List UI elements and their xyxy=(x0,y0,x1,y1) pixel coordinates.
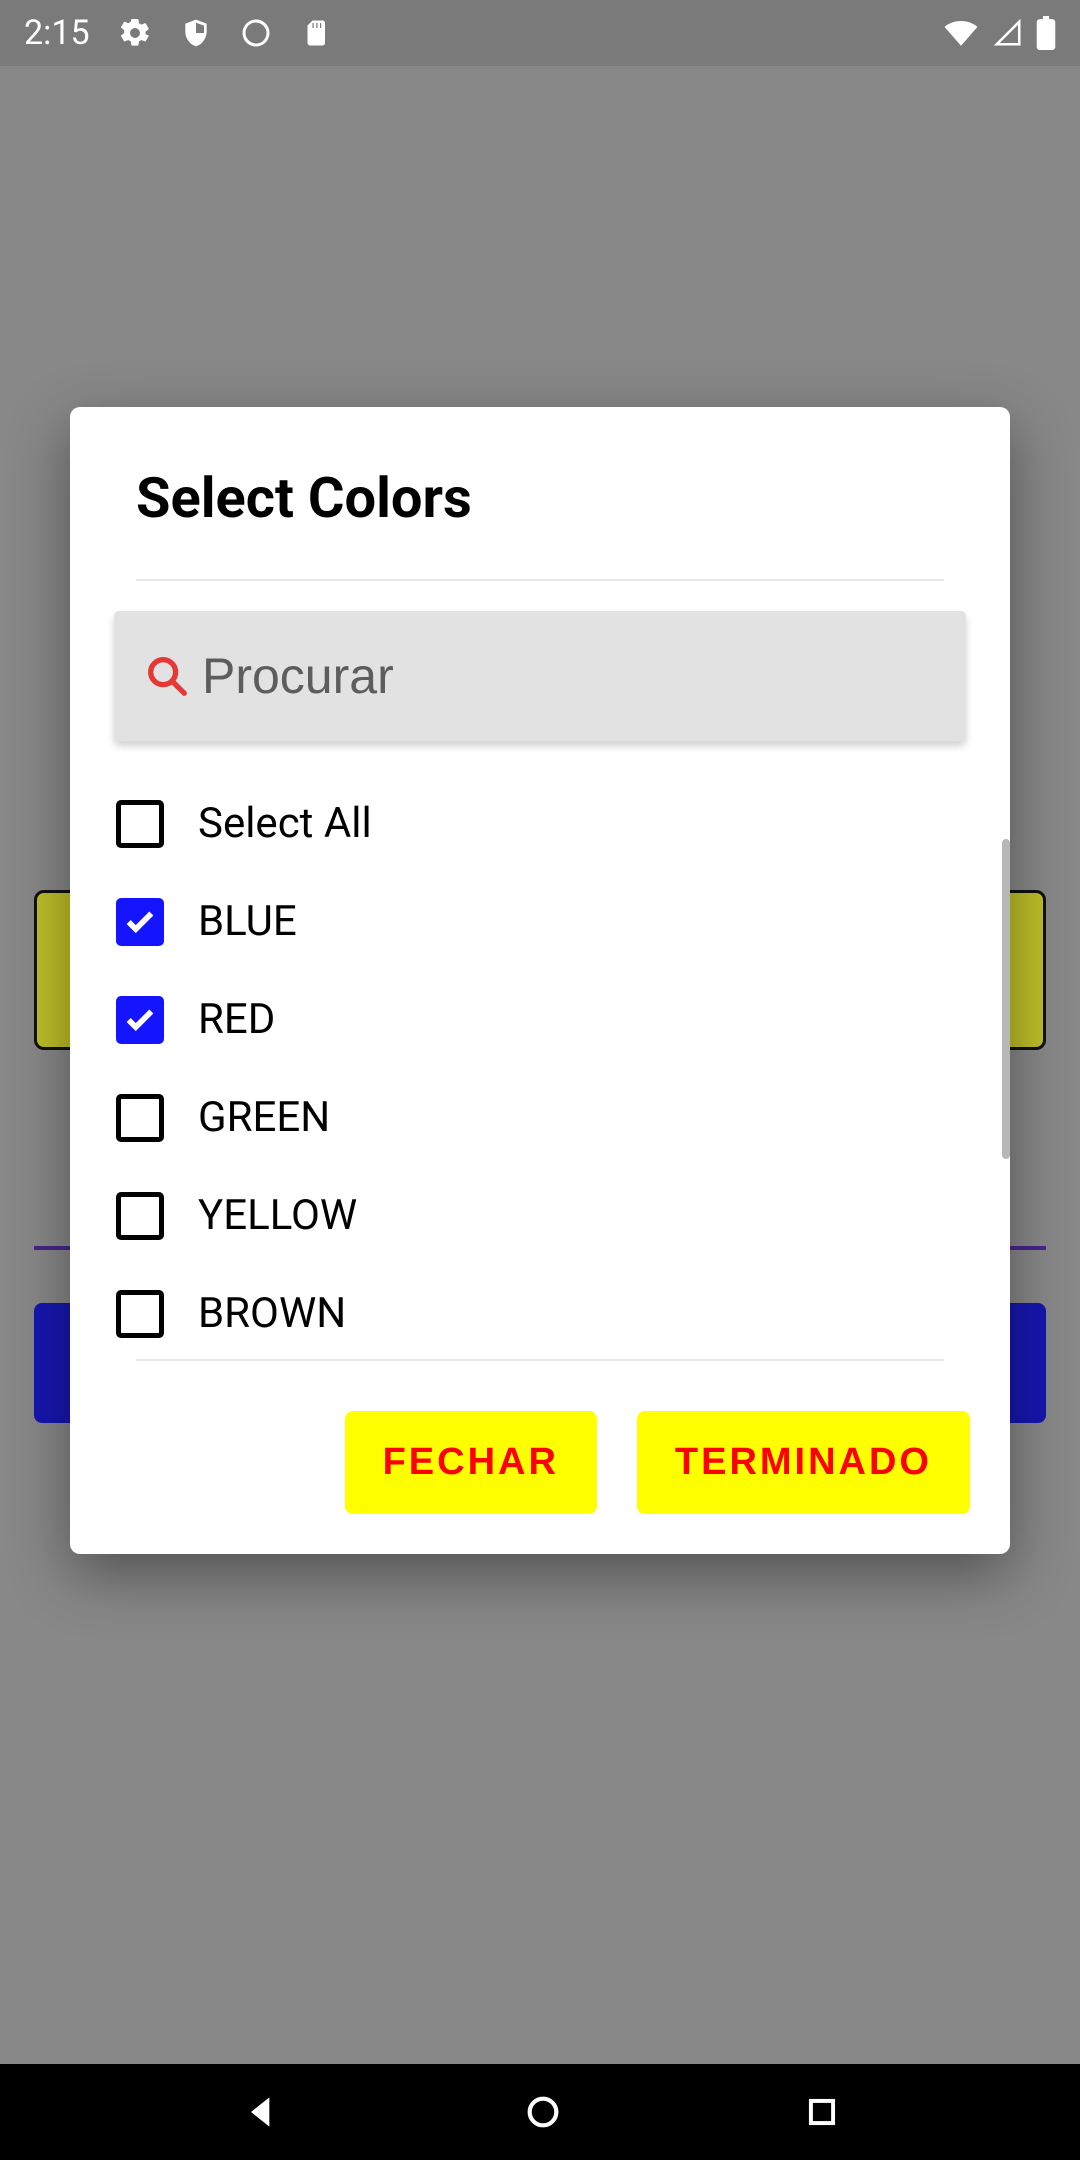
back-button[interactable] xyxy=(240,2090,284,2134)
item-label: YELLOW xyxy=(198,1191,357,1240)
home-button[interactable] xyxy=(523,2092,563,2132)
list-item[interactable]: RED xyxy=(112,971,968,1069)
item-label: BROWN xyxy=(198,1289,346,1338)
search-icon xyxy=(132,653,202,699)
checkbox-red[interactable] xyxy=(116,996,164,1044)
dialog-title: Select Colors xyxy=(70,465,1010,579)
checkbox-blue[interactable] xyxy=(116,898,164,946)
dialog-actions: FECHAR TERMINADO xyxy=(70,1361,1010,1514)
list-item[interactable]: GREEN xyxy=(112,1069,968,1167)
item-label: RED xyxy=(198,995,275,1044)
item-label: GREEN xyxy=(198,1093,330,1142)
android-nav-bar xyxy=(0,2064,1080,2160)
close-button[interactable]: FECHAR xyxy=(345,1411,597,1514)
list-item[interactable]: YELLOW xyxy=(112,1167,968,1265)
select-all-label: Select All xyxy=(198,799,372,848)
list-item[interactable]: BROWN xyxy=(112,1265,968,1363)
search-box[interactable] xyxy=(114,611,966,741)
checkbox-brown[interactable] xyxy=(116,1290,164,1338)
select-all-row[interactable]: Select All xyxy=(112,775,968,873)
color-list[interactable]: Select All BLUE RED GREEN xyxy=(70,765,1010,1325)
item-label: BLUE xyxy=(198,897,297,946)
search-input[interactable] xyxy=(202,647,948,705)
scrollbar[interactable] xyxy=(1002,839,1010,1159)
dialog-overlay[interactable]: Select Colors Select All BLUE xyxy=(0,0,1080,2160)
checkbox-select-all[interactable] xyxy=(116,800,164,848)
checkbox-yellow[interactable] xyxy=(116,1192,164,1240)
select-colors-dialog: Select Colors Select All BLUE xyxy=(70,407,1010,1554)
divider xyxy=(136,579,944,581)
list-item[interactable]: BLUE xyxy=(112,873,968,971)
recents-button[interactable] xyxy=(803,2093,841,2131)
done-button[interactable]: TERMINADO xyxy=(637,1411,970,1514)
checkbox-green[interactable] xyxy=(116,1094,164,1142)
